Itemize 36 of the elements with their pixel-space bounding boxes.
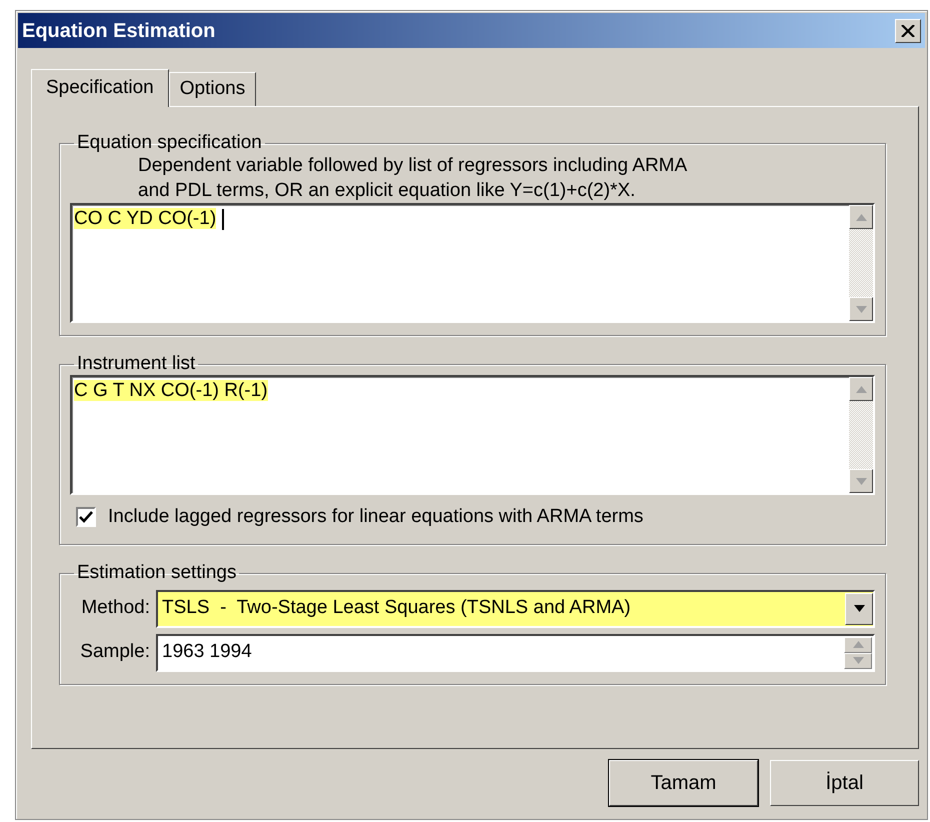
- spin-down-button[interactable]: [844, 652, 872, 669]
- scrollbar[interactable]: [849, 377, 873, 494]
- sample-field[interactable]: 1963 1994: [156, 634, 875, 672]
- cancel-button[interactable]: İptal: [770, 760, 919, 806]
- close-button[interactable]: [895, 18, 921, 42]
- scroll-down-button[interactable]: [849, 469, 873, 494]
- checkbox-label: Include lagged regressors for linear equations with ARMA terms: [108, 505, 644, 530]
- ok-button[interactable]: Tamam: [609, 760, 758, 806]
- group-label: Equation specification: [76, 133, 263, 154]
- down-arrow-icon: [852, 657, 864, 664]
- checkbox[interactable]: [76, 507, 96, 528]
- tab[interactable]: Options: [168, 72, 256, 106]
- down-arrow-icon: [856, 478, 866, 485]
- text-area[interactable]: C G T NX CO(-1) R(-1): [70, 375, 875, 496]
- dropdown-button[interactable]: [845, 592, 873, 625]
- up-arrow-icon: [856, 214, 866, 221]
- tab[interactable]: Specification: [31, 69, 169, 107]
- spin-up-button[interactable]: [844, 636, 872, 653]
- window-title: Equation Estimation: [22, 18, 216, 44]
- method-dropdown[interactable]: TSLS - Two-Stage Least Squares (TSNLS and ARMA): [156, 590, 875, 628]
- scroll-up-button[interactable]: [849, 377, 873, 402]
- sample-label: Sample:: [79, 640, 150, 664]
- close-icon: [901, 24, 915, 36]
- up-arrow-icon: [852, 641, 864, 648]
- down-arrow-icon: [856, 306, 866, 313]
- scroll-down-button[interactable]: [849, 297, 873, 322]
- method-label: Method:: [80, 596, 150, 620]
- group-label: Instrument list: [76, 354, 196, 376]
- description-text: and PDL terms, OR an explicit equation like Y=c(1)+c(2)*X.: [137, 178, 636, 203]
- description-text: Dependent variable followed by list of regressors including ARMA: [137, 154, 688, 178]
- group-label: Estimation settings: [76, 562, 238, 584]
- scroll-up-button[interactable]: [849, 205, 873, 230]
- up-arrow-icon: [856, 386, 866, 393]
- text-area[interactable]: CO C YD CO(-1): [70, 203, 875, 324]
- down-arrow-icon: [854, 605, 864, 612]
- scrollbar[interactable]: [849, 205, 873, 322]
